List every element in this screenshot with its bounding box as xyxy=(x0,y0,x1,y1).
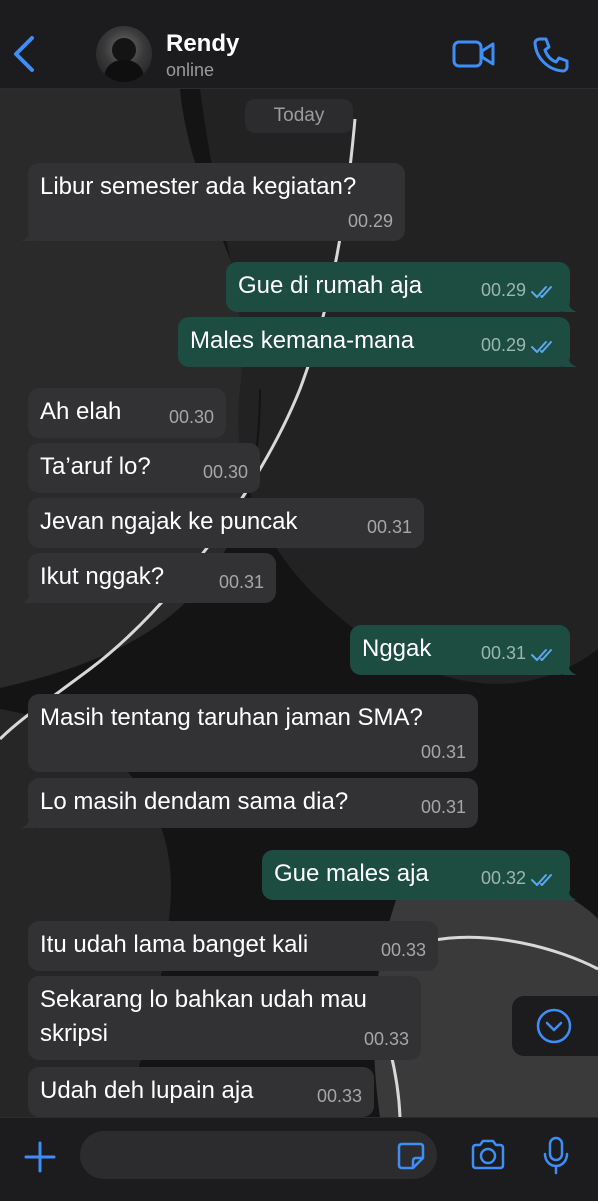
message-time: 00.32 xyxy=(480,868,526,888)
avatar[interactable] xyxy=(96,26,152,82)
message-time: 00.33 xyxy=(380,940,426,960)
double-check-icon xyxy=(531,286,552,298)
message-input[interactable] xyxy=(80,1131,437,1179)
message-text-line-2: skripsi xyxy=(40,1020,109,1047)
message-time: 00.29 xyxy=(347,211,393,231)
message-time: 00.31 xyxy=(218,572,264,592)
message-text: Gue di rumah aja xyxy=(238,272,423,299)
contact-name[interactable]: Rendy xyxy=(166,30,239,58)
message-incoming[interactable]: Ikut nggak? 00.31 xyxy=(21,553,276,603)
video-camera-icon xyxy=(452,40,495,68)
attach-button[interactable] xyxy=(22,1139,58,1175)
message-time: 00.31 xyxy=(480,643,526,663)
message-time: 00.31 xyxy=(366,517,412,537)
message-text: Ta’aruf lo? xyxy=(40,453,151,480)
message-time: 00.29 xyxy=(480,335,526,355)
message-outgoing[interactable]: Males kemana-mana 00.29 xyxy=(178,317,577,367)
message-text: Ah elah xyxy=(40,398,122,425)
message-incoming[interactable]: Ta’aruf lo? 00.30 xyxy=(28,443,260,493)
message-text: Jevan ngajak ke puncak xyxy=(40,508,298,535)
message-text: Males kemana-mana xyxy=(190,327,415,354)
message-text: Masih tentang taruhan jaman SMA? xyxy=(40,704,423,731)
voice-message-button[interactable] xyxy=(541,1136,571,1176)
message-incoming[interactable]: Masih tentang taruhan jaman SMA? 00.31 xyxy=(28,694,478,772)
message-outgoing[interactable]: Nggak 00.31 xyxy=(350,625,577,675)
message-composer xyxy=(0,1117,598,1201)
message-time: 00.33 xyxy=(363,1029,409,1049)
message-incoming[interactable]: Lo masih dendam sama dia? 00.31 xyxy=(21,778,478,828)
message-time: 00.29 xyxy=(480,280,526,300)
message-incoming[interactable]: Itu udah lama banget kali 00.33 xyxy=(28,921,438,971)
message-incoming[interactable]: Jevan ngajak ke puncak 00.31 xyxy=(28,498,424,548)
camera-button[interactable] xyxy=(469,1138,507,1172)
message-text: Lo masih dendam sama dia? xyxy=(40,788,349,815)
message-incoming[interactable]: Udah deh lupain aja 00.33 xyxy=(28,1067,374,1117)
date-separator: Today xyxy=(245,99,353,133)
message-time: 00.30 xyxy=(168,407,214,427)
chat-header: Rendy online xyxy=(0,0,598,89)
message-text: Libur semester ada kegiatan? xyxy=(40,173,357,200)
message-text: Ikut nggak? xyxy=(40,563,165,590)
message-outgoing[interactable]: Gue males aja 00.32 xyxy=(262,850,577,900)
back-button[interactable] xyxy=(10,34,40,74)
scroll-to-bottom-button[interactable] xyxy=(512,996,598,1056)
video-call-button[interactable] xyxy=(452,38,496,75)
message-incoming[interactable]: Ah elah 00.30 xyxy=(28,388,226,438)
message-outgoing[interactable]: Gue di rumah aja 00.29 xyxy=(226,262,577,312)
message-list[interactable]: Today Libur semester ada kegiatan? 00.29… xyxy=(0,89,598,1117)
double-check-icon xyxy=(531,649,552,661)
double-check-icon xyxy=(531,341,552,353)
double-check-icon xyxy=(531,874,552,886)
contact-status: online xyxy=(166,60,215,80)
message-time: 00.31 xyxy=(420,797,466,817)
chevron-down-circle-icon xyxy=(536,1008,572,1044)
phone-icon xyxy=(533,37,569,73)
camera-icon xyxy=(471,1139,505,1170)
message-incoming[interactable]: Sekarang lo bahkan udah mau skripsi 00.3… xyxy=(28,976,421,1060)
chevron-left-icon xyxy=(14,36,34,72)
message-text-line-1: Sekarang lo bahkan udah mau xyxy=(40,986,367,1013)
sticker-icon xyxy=(397,1142,425,1170)
message-time: 00.33 xyxy=(316,1086,362,1106)
message-time: 00.30 xyxy=(202,462,248,482)
plus-icon xyxy=(24,1141,56,1173)
sticker-button[interactable] xyxy=(396,1141,426,1171)
message-incoming[interactable]: Libur semester ada kegiatan? 00.29 xyxy=(21,163,405,241)
message-text: Nggak xyxy=(362,635,432,662)
message-text: Udah deh lupain aja xyxy=(40,1077,254,1104)
message-time: 00.31 xyxy=(420,742,466,762)
message-text: Gue males aja xyxy=(274,860,429,887)
voice-call-button[interactable] xyxy=(532,36,570,79)
microphone-icon xyxy=(543,1136,569,1175)
message-text: Itu udah lama banget kali xyxy=(40,931,309,958)
